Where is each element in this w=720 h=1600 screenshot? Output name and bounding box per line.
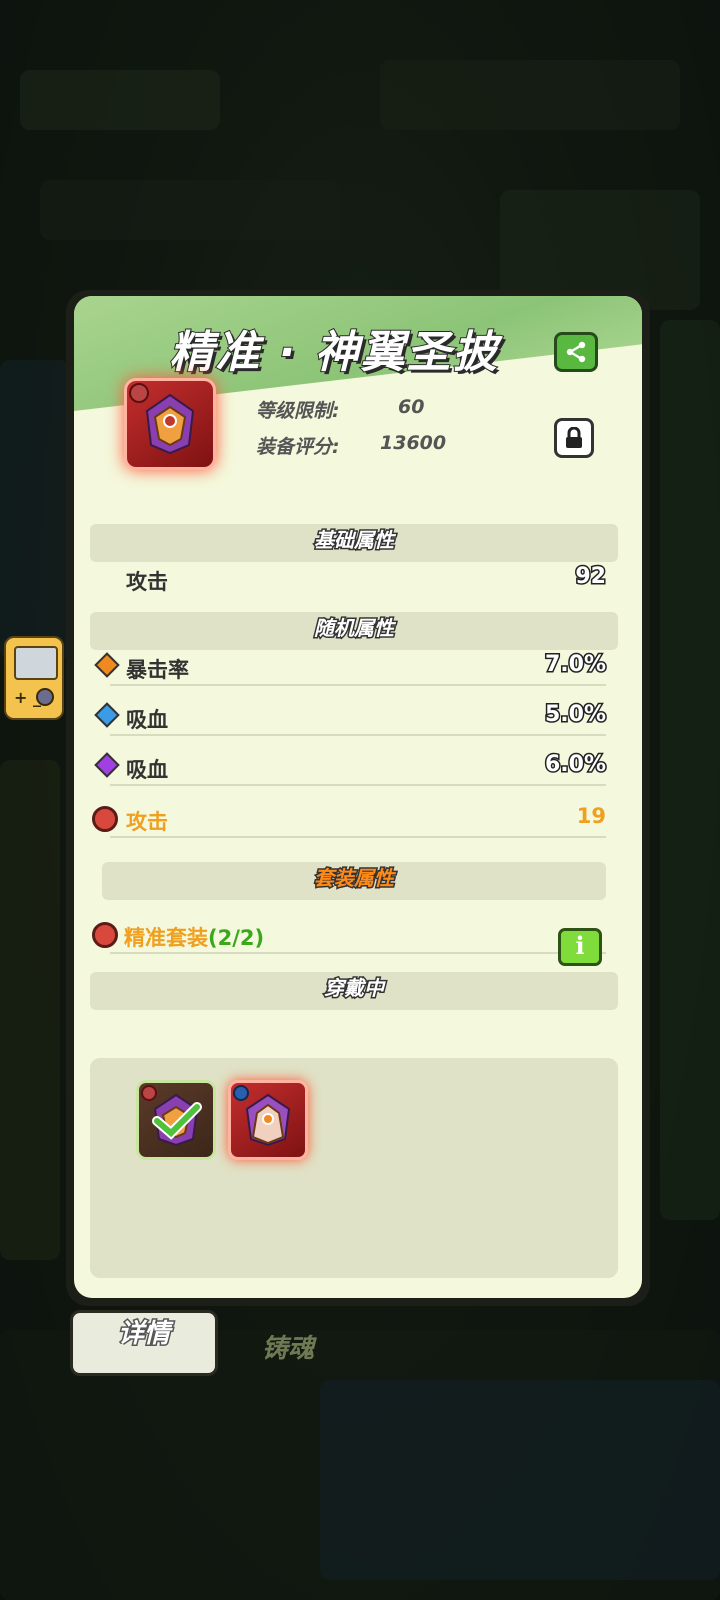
level-requirement-row: 等级限制: 60 [256,396,424,423]
tab-details[interactable]: 详情 [70,1310,218,1376]
level-label: 等级限制: [256,400,340,422]
target-icon [92,922,118,948]
base-attributes-header: 基础属性 [90,524,618,562]
random-attributes-header: 随机属性 [90,612,618,650]
base-stat-attack: 攻击 92 [110,558,608,598]
random-stat-row: 吸血 6.0% [94,746,608,786]
orange-gem-icon [94,652,120,678]
stat-value: 19 [576,804,606,828]
set-bonus-row[interactable]: 精准套装(2/2) [92,914,606,954]
purple-gem-icon [94,752,120,778]
wearing-header: 穿戴中 [90,972,618,1010]
wearing-container [90,1058,618,1278]
lock-button[interactable] [554,418,594,458]
equipment-panel: 精准 · 神翼圣披 等级限制: 60 装备评分: 13600 基础属性 攻击 9… [74,296,642,1298]
lock-icon [566,427,582,448]
stat-label: 攻击 [126,810,168,834]
set-info-button[interactable]: i [558,928,602,966]
side-game-console-icon[interactable]: + _ [4,636,64,720]
score-row: 装备评分: 13600 [256,432,446,459]
stat-label: 吸血 [126,708,168,732]
set-name: 精准套装 [124,926,208,950]
tab-forge[interactable]: 铸魂 [262,1328,314,1365]
blue-gem-icon [94,702,120,728]
random-stat-row: 暴击率 7.0% [94,646,608,686]
share-icon [566,341,586,363]
worn-item-equipped[interactable] [136,1080,216,1160]
stat-value: 92 [574,563,608,591]
stat-label: 暴击率 [126,658,189,682]
level-value: 60 [398,396,425,418]
item-cape-icon [124,378,216,470]
stat-value: 5.0% [543,701,607,729]
target-icon [92,806,118,832]
stat-value: 7.0% [543,651,607,679]
score-label: 装备评分: [256,436,340,458]
share-button[interactable] [554,332,598,372]
worn-item-cape[interactable] [228,1080,308,1160]
stat-label: 攻击 [126,570,168,594]
set-count: (2/2) [208,926,265,950]
set-attributes-header: 套装属性 [102,862,606,900]
random-stat-row: 吸血 5.0% [94,696,608,736]
item-title: 精准 · 神翼圣披 [168,326,499,379]
stat-label: 吸血 [126,758,168,782]
bonus-stat-row: 攻击 19 [92,798,606,838]
stat-value: 6.0% [543,751,607,779]
score-value: 13600 [380,432,447,454]
